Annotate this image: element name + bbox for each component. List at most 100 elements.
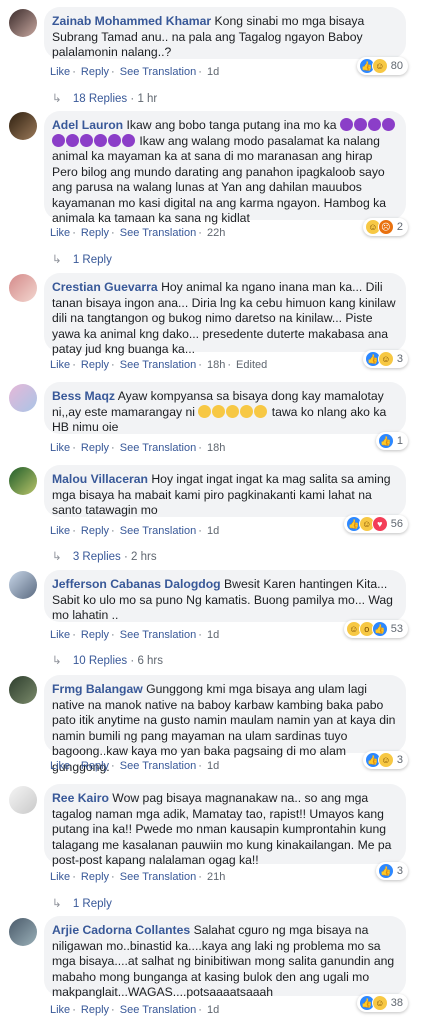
like-link[interactable]: Like — [50, 871, 70, 883]
comment-bubble: Crestian Guevarra Hoy animal ka ngano in… — [44, 273, 406, 356]
comment-bubble: Arjie Cadorna Collantes Salahat cguro ng… — [44, 916, 406, 999]
reply-link[interactable]: Reply — [81, 227, 109, 239]
avatar[interactable] — [9, 384, 37, 412]
avatar[interactable] — [9, 571, 37, 599]
comment-actions: Like · Reply · See Translation · 1d — [50, 1004, 220, 1016]
like-reaction-icon: 👍 — [377, 433, 394, 449]
reply-link[interactable]: Reply — [81, 359, 109, 371]
reply-link[interactable]: Reply — [81, 66, 109, 78]
comment-time[interactable]: 1d — [207, 66, 219, 78]
like-link[interactable]: Like — [50, 66, 70, 78]
reaction-count: 80 — [390, 60, 403, 72]
comment-actions: Like · Reply · See Translation · 18h — [50, 442, 226, 454]
comment-bubble: Adel Lauron Ikaw ang bobo tanga putang i… — [44, 111, 406, 225]
comment-time[interactable]: 1d — [207, 525, 219, 537]
view-replies-link[interactable]: ↳ 1 Reply — [52, 896, 112, 910]
commenter-name[interactable]: Adel Lauron — [52, 118, 123, 132]
comment-time[interactable]: 21h — [207, 871, 225, 883]
comment-time[interactable]: 1d — [207, 760, 219, 772]
view-replies-link[interactable]: ↳ 10 Replies · 6 hrs — [52, 653, 163, 667]
replies-time: 2 hrs — [131, 551, 157, 563]
reaction-count: 1 — [396, 435, 403, 447]
commenter-name[interactable]: Bess Maqz — [52, 389, 115, 403]
commenter-name[interactable]: Jefferson Cabanas Dalogdog — [52, 577, 221, 591]
reaction-count: 56 — [390, 518, 403, 530]
comment-time[interactable]: 1d — [207, 1004, 219, 1016]
see-translation-link[interactable]: See Translation — [120, 442, 196, 454]
comment-bubble: Malou Villaceran Hoy ingat ingat ingat k… — [44, 465, 406, 517]
comment-time[interactable]: 18h — [207, 359, 225, 371]
reply-link[interactable]: Reply — [81, 760, 109, 772]
haha-reaction-icon: ☺ — [377, 351, 394, 367]
avatar[interactable] — [9, 112, 37, 140]
like-link[interactable]: Like — [50, 359, 70, 371]
avatar[interactable] — [9, 467, 37, 495]
reaction-summary[interactable]: 👍 1 — [375, 432, 408, 450]
reaction-summary[interactable]: ☺ o 👍 53 — [343, 620, 408, 638]
avatar[interactable] — [9, 274, 37, 302]
like-link[interactable]: Like — [50, 629, 70, 641]
reaction-summary[interactable]: 👍 ☺ 38 — [356, 994, 408, 1012]
reply-link[interactable]: Reply — [81, 1004, 109, 1016]
like-link[interactable]: Like — [50, 525, 70, 537]
commenter-name[interactable]: Zainab Mohammed Khamar — [52, 14, 211, 28]
reaction-summary[interactable]: 👍 ☺ 3 — [362, 751, 408, 769]
reaction-summary[interactable]: 👍 ☺ ♥ 56 — [343, 515, 408, 533]
comment-time[interactable]: 18h — [207, 442, 225, 454]
commenter-name[interactable]: Frmg Balangaw — [52, 682, 143, 696]
comment-time[interactable]: 1d — [207, 629, 219, 641]
comment-text: Ikaw ang bobo tanga putang ina mo ka — [126, 118, 337, 132]
reaction-count: 3 — [396, 353, 403, 365]
reaction-count: 38 — [390, 997, 403, 1009]
reply-arrow-icon: ↳ — [52, 551, 62, 563]
reaction-count: 3 — [396, 754, 403, 766]
view-replies-link[interactable]: ↳ 3 Replies · 2 hrs — [52, 549, 157, 563]
commenter-name[interactable]: Arjie Cadorna Collantes — [52, 923, 190, 937]
see-translation-link[interactable]: See Translation — [120, 1004, 196, 1016]
haha-reaction-icon: ☺ — [377, 752, 394, 768]
commenter-name[interactable]: Crestian Guevarra — [52, 280, 158, 294]
reply-link[interactable]: Reply — [81, 525, 109, 537]
comment-bubble: Ree Kairo Wow pag bisaya magnanakaw na..… — [44, 784, 406, 867]
reply-link[interactable]: Reply — [81, 442, 109, 454]
comment-actions: Like · Reply · See Translation · 1d — [50, 525, 220, 537]
comment-bubble: Bess Maqz Ayaw kompyansa sa bisaya dong … — [44, 382, 406, 434]
see-translation-link[interactable]: See Translation — [120, 760, 196, 772]
reply-arrow-icon: ↳ — [52, 93, 62, 105]
see-translation-link[interactable]: See Translation — [120, 871, 196, 883]
view-replies-link[interactable]: ↳ 18 Replies · 1 hr — [52, 91, 157, 105]
like-link[interactable]: Like — [50, 760, 70, 772]
avatar[interactable] — [9, 676, 37, 704]
see-translation-link[interactable]: See Translation — [120, 66, 196, 78]
see-translation-link[interactable]: See Translation — [120, 525, 196, 537]
comment-time[interactable]: 22h — [207, 227, 225, 239]
like-link[interactable]: Like — [50, 227, 70, 239]
angry-reaction-icon: ☹ — [377, 219, 394, 235]
comment-actions: Like · Reply · See Translation · 18h · Edite… — [50, 359, 268, 371]
avatar[interactable] — [9, 9, 37, 37]
like-link[interactable]: Like — [50, 442, 70, 454]
replies-time: 6 hrs — [137, 655, 164, 667]
see-translation-link[interactable]: See Translation — [120, 227, 196, 239]
comment-actions: Like · Reply · See Translation · 22h — [50, 227, 226, 239]
reply-arrow-icon: ↳ — [52, 254, 62, 266]
like-link[interactable]: Like — [50, 1004, 70, 1016]
reaction-summary[interactable]: 👍 3 — [375, 862, 408, 880]
commenter-name[interactable]: Malou Villaceran — [52, 472, 148, 486]
avatar[interactable] — [9, 786, 37, 814]
reaction-summary[interactable]: 👍 ☺ 80 — [356, 57, 408, 75]
view-replies-link[interactable]: ↳ 1 Reply — [52, 252, 112, 266]
reaction-summary[interactable]: 👍 ☺ 3 — [362, 350, 408, 368]
reply-arrow-icon: ↳ — [52, 655, 62, 667]
see-translation-link[interactable]: See Translation — [120, 629, 196, 641]
reply-link[interactable]: Reply — [81, 871, 109, 883]
haha-reaction-icon: ☺ — [371, 58, 388, 74]
commenter-name[interactable]: Ree Kairo — [52, 791, 109, 805]
comment-actions: Like · Reply · See Translation · 1d — [50, 760, 220, 772]
reaction-summary[interactable]: ☺ ☹ 2 — [362, 218, 408, 236]
reaction-count: 53 — [390, 623, 403, 635]
avatar[interactable] — [9, 918, 37, 946]
reply-link[interactable]: Reply — [81, 629, 109, 641]
see-translation-link[interactable]: See Translation — [120, 359, 196, 371]
edited-label[interactable]: Edited — [236, 359, 267, 371]
